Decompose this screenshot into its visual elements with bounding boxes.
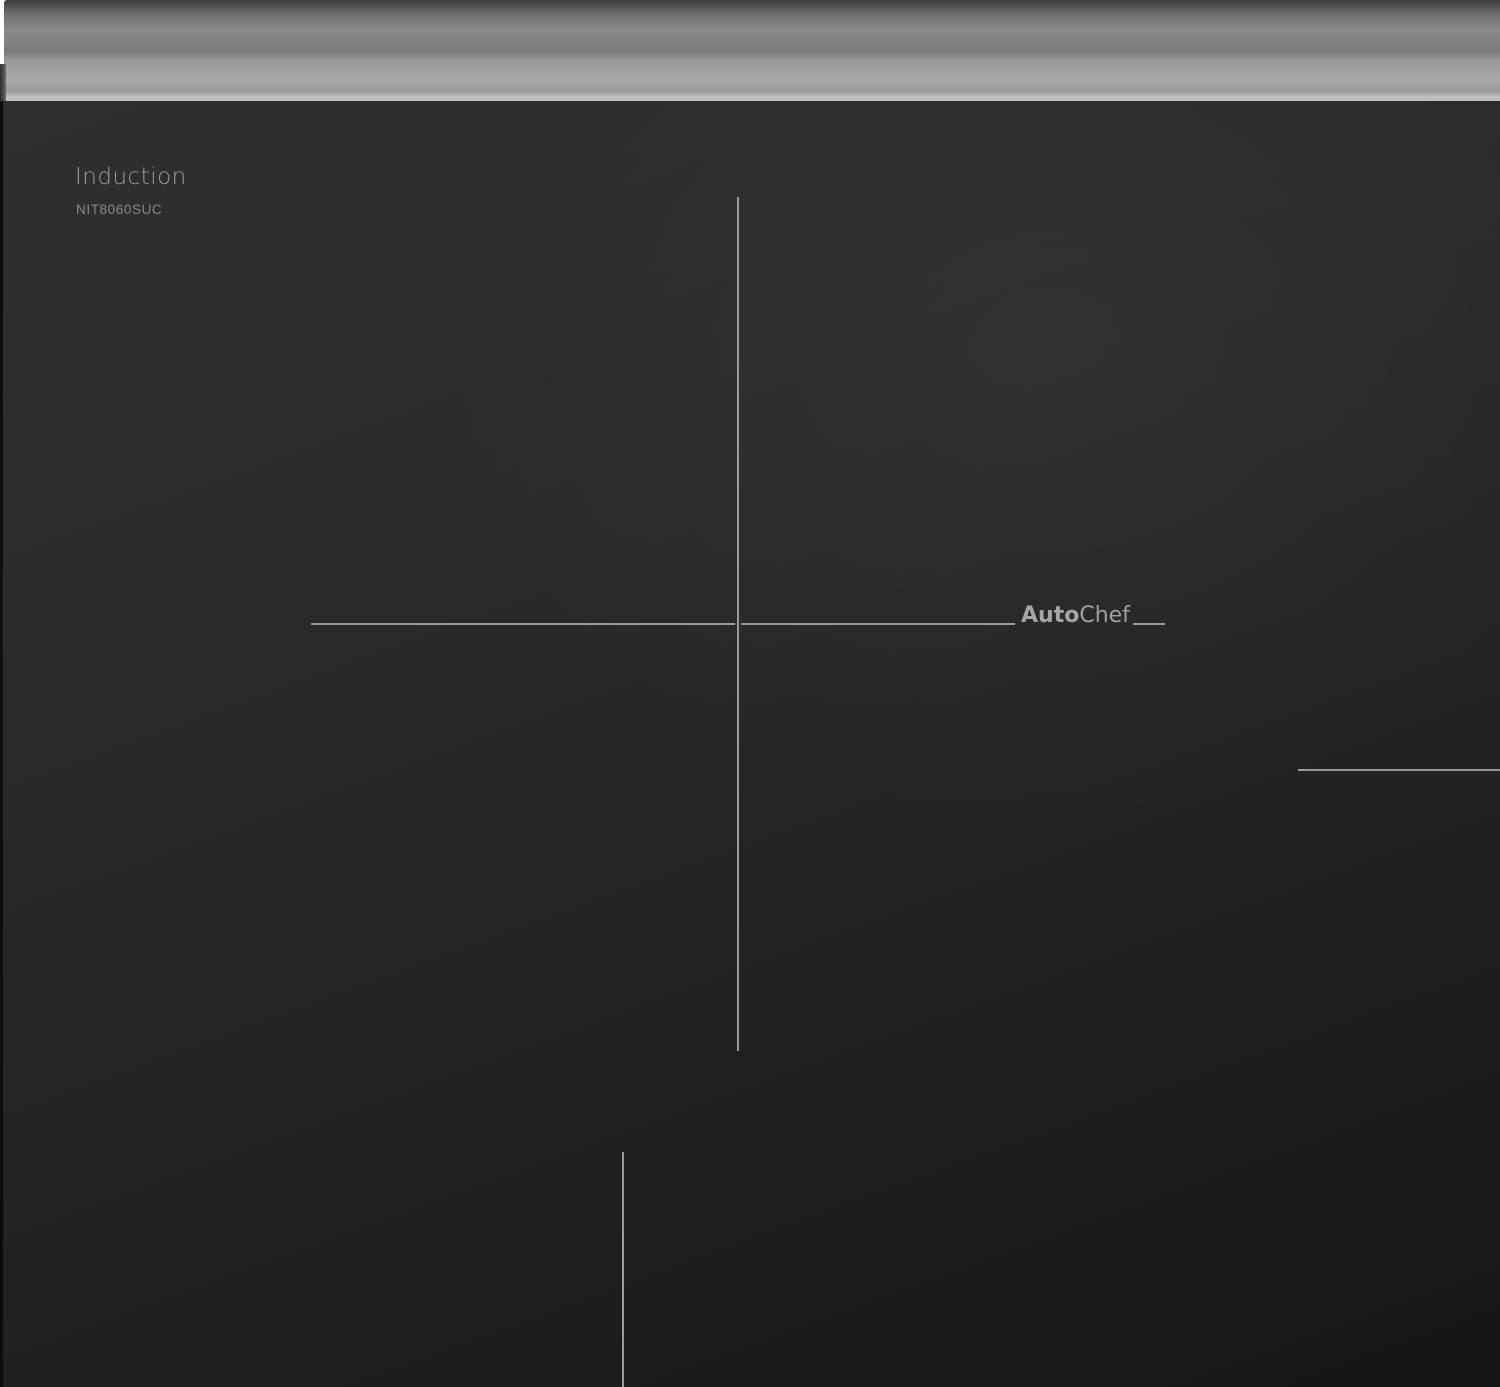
autochef-logo-bold: Auto <box>1021 603 1080 628</box>
glass-left-edge <box>0 101 3 1387</box>
trim-corner-edge <box>0 64 6 101</box>
zone-divider-horizontal-left <box>311 623 735 625</box>
zone-divider-vertical-bottom <box>622 1152 624 1387</box>
autochef-underline <box>1133 623 1165 625</box>
zone-divider-horizontal-right <box>741 623 1015 625</box>
zone-divider-right-edge <box>1298 769 1500 771</box>
zone-divider-vertical-main <box>737 197 739 1051</box>
autochef-logo-regular: Chef <box>1079 603 1130 628</box>
cooktop-type-label: Induction <box>75 164 187 190</box>
autochef-logo: AutoChef <box>1021 603 1130 628</box>
cooktop-glass-surface <box>0 101 1500 1387</box>
stainless-steel-trim <box>4 0 1500 101</box>
model-number-label: NIT8060SUC <box>76 202 163 217</box>
